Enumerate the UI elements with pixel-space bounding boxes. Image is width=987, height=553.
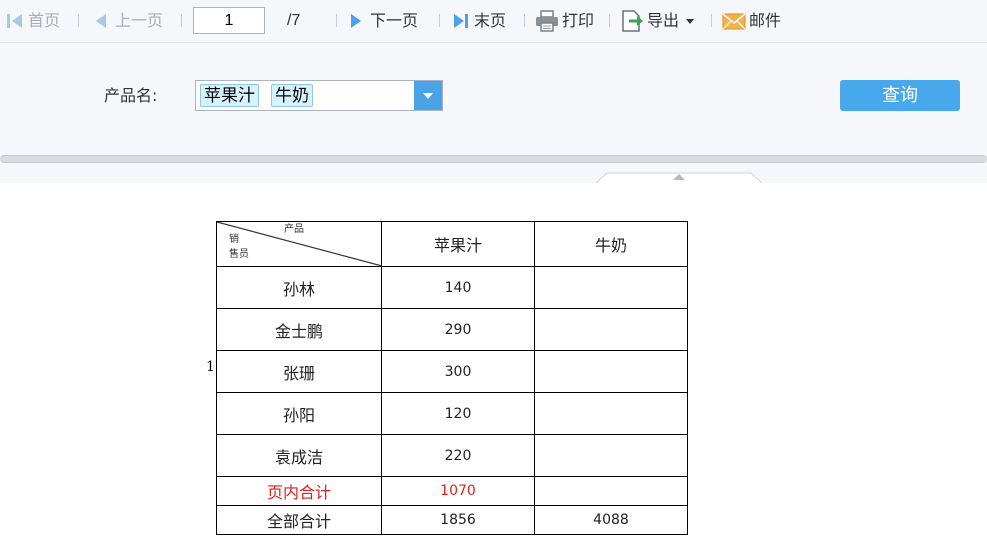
seller-name: 袁成洁	[216, 434, 382, 477]
dropdown-caret-icon	[686, 19, 695, 24]
first-page-button[interactable]: 首页	[6, 9, 60, 33]
splitter-area	[0, 163, 987, 183]
prev-page-button[interactable]: 上一页	[93, 9, 163, 33]
sales-report-table: 产品 销 售员 苹果汁 牛奶 孙林 140 金士鹏 290 张珊 300 孙阳 …	[216, 221, 688, 535]
page-subtotal-apple: 1070	[381, 476, 535, 506]
mail-icon	[722, 13, 746, 30]
column-header-milk: 牛奶	[534, 221, 688, 267]
query-button[interactable]: 查询	[840, 80, 960, 111]
combo-dropdown-button[interactable]	[414, 81, 442, 110]
grand-total-row: 全部合计 1856 4088	[216, 505, 688, 535]
selected-tag-milk[interactable]: 牛奶	[271, 84, 313, 107]
product-name-label: 产品名:	[104, 86, 158, 105]
toolbar-divider	[711, 14, 712, 27]
corner-product-label: 产品	[284, 224, 304, 235]
apple-juice-value: 120	[381, 392, 535, 435]
corner-seller-label-1: 销	[229, 234, 239, 245]
parameter-panel: 产品名: 苹果汁 牛奶 查询	[0, 43, 987, 155]
column-header-apple-juice: 苹果汁	[381, 221, 535, 267]
table-row: 金士鹏 290	[216, 308, 688, 351]
page-total: /7	[287, 12, 301, 29]
corner-seller-label-2: 售员	[229, 249, 249, 260]
next-page-icon	[351, 14, 361, 28]
toolbar-divider	[524, 14, 525, 27]
last-page-button[interactable]: 末页	[452, 9, 506, 33]
seller-name: 孙林	[216, 266, 382, 309]
milk-value	[534, 392, 688, 435]
mail-button[interactable]: 邮件	[722, 9, 781, 33]
export-button[interactable]: 导出	[620, 9, 695, 33]
milk-value	[534, 350, 688, 393]
apple-juice-value: 220	[381, 434, 535, 477]
toolbar-divider	[336, 14, 337, 27]
toolbar-divider	[609, 14, 610, 27]
apple-juice-value: 300	[381, 350, 535, 393]
last-page-icon	[454, 14, 468, 28]
last-page-label: 末页	[474, 11, 507, 30]
export-label: 导出	[647, 11, 680, 30]
grand-total-milk: 4088	[534, 505, 688, 535]
print-button[interactable]: 打印	[535, 9, 594, 33]
selected-tag-apple-juice[interactable]: 苹果汁	[200, 84, 259, 107]
report-toolbar: 首页 上一页 1 /7 下一页 末页 打印 导出 邮件	[0, 0, 987, 43]
panel-splitter[interactable]	[0, 155, 987, 163]
table-row: 孙林 140	[216, 266, 688, 309]
prev-page-icon	[96, 14, 106, 28]
first-page-label: 首页	[28, 11, 61, 30]
table-row: 孙阳 120	[216, 392, 688, 435]
toolbar-divider	[439, 14, 440, 27]
page-number-input[interactable]: 1	[193, 7, 265, 34]
next-page-button[interactable]: 下一页	[348, 9, 418, 33]
seller-name: 孙阳	[216, 392, 382, 435]
apple-juice-value: 290	[381, 308, 535, 351]
milk-value	[534, 434, 688, 477]
next-page-label: 下一页	[370, 11, 419, 30]
printer-icon	[536, 10, 558, 32]
first-page-icon	[7, 14, 22, 28]
page-subtotal-row: 页内合计 1070	[216, 476, 688, 506]
toolbar-divider	[78, 14, 79, 27]
grand-total-apple: 1856	[381, 505, 535, 535]
grand-total-label: 全部合计	[216, 505, 382, 535]
chevron-down-icon	[423, 92, 433, 99]
seller-name: 张珊	[216, 350, 382, 393]
print-label: 打印	[562, 11, 595, 30]
page-subtotal-milk	[534, 476, 688, 506]
page-subtotal-label: 页内合计	[216, 476, 382, 506]
product-multiselect[interactable]: 苹果汁 牛奶	[195, 80, 443, 111]
mail-label: 邮件	[749, 11, 782, 30]
prev-page-label: 上一页	[115, 11, 164, 30]
milk-value	[534, 266, 688, 309]
group-row-marker: 1	[206, 359, 215, 375]
apple-juice-value: 140	[381, 266, 535, 309]
seller-name: 金士鹏	[216, 308, 382, 351]
table-row: 袁成洁 220	[216, 434, 688, 477]
diagonal-corner-header: 产品 销 售员	[216, 221, 382, 267]
milk-value	[534, 308, 688, 351]
table-row: 张珊 300	[216, 350, 688, 393]
table-header-row: 产品 销 售员 苹果汁 牛奶	[216, 221, 688, 267]
toolbar-divider	[181, 14, 182, 27]
export-icon	[622, 10, 643, 32]
